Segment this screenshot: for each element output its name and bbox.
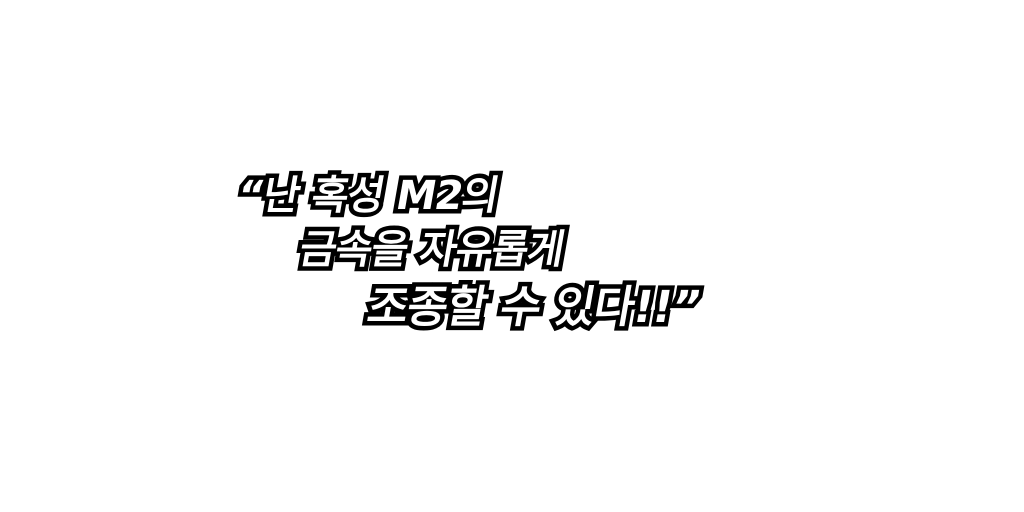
caption-line-2: 금속을 자유롭게 — [291, 223, 572, 278]
caption-line-1: “난 혹성 M2의 — [229, 169, 506, 224]
caption-line-3: 조종할 수 있다!!” — [359, 278, 709, 338]
caption-canvas: “난 혹성 M2의 금속을 자유롭게 조종할 수 있다!!” — [0, 0, 1024, 512]
